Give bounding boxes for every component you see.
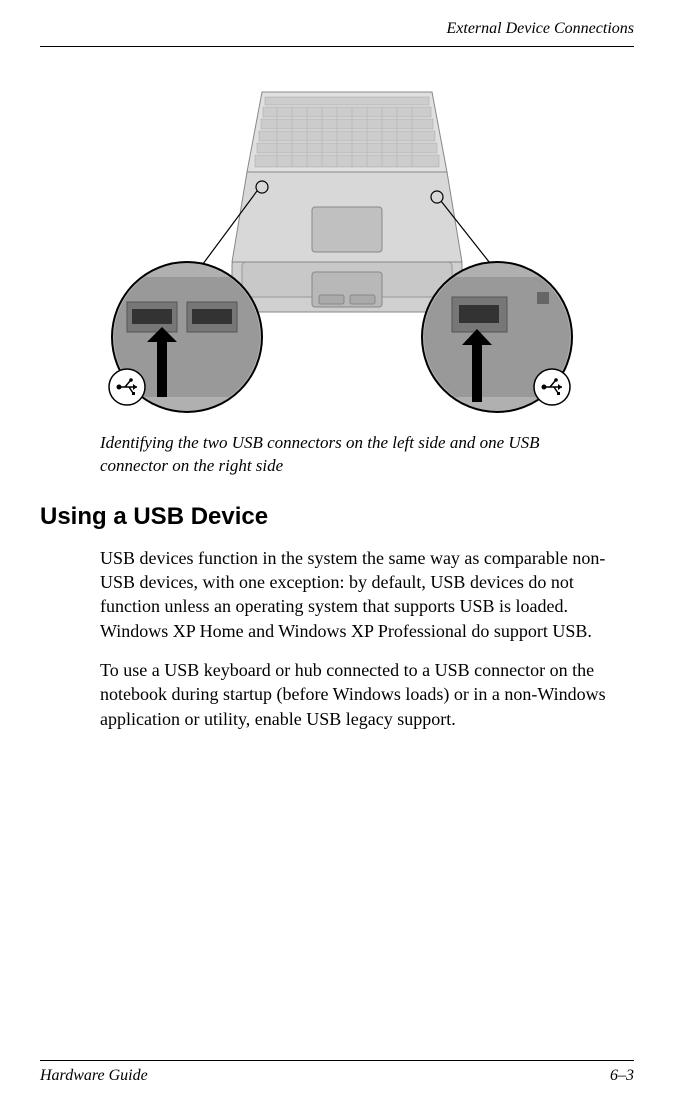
page-header: External Device Connections: [40, 20, 634, 47]
section-heading: Using a USB Device: [40, 503, 634, 531]
footer-page-number: 6–3: [610, 1067, 634, 1085]
chapter-title: External Device Connections: [447, 20, 635, 37]
laptop-usb-diagram: [97, 77, 577, 417]
body-paragraph-2: To use a USB keyboard or hub connected t…: [100, 658, 614, 731]
figure-caption: Identifying the two USB connectors on th…: [100, 432, 594, 478]
figure-illustration: [40, 77, 634, 417]
body-paragraph-1: USB devices function in the system the s…: [100, 546, 614, 643]
page-footer: Hardware Guide 6–3: [40, 1060, 634, 1085]
footer-doc-title: Hardware Guide: [40, 1067, 148, 1085]
